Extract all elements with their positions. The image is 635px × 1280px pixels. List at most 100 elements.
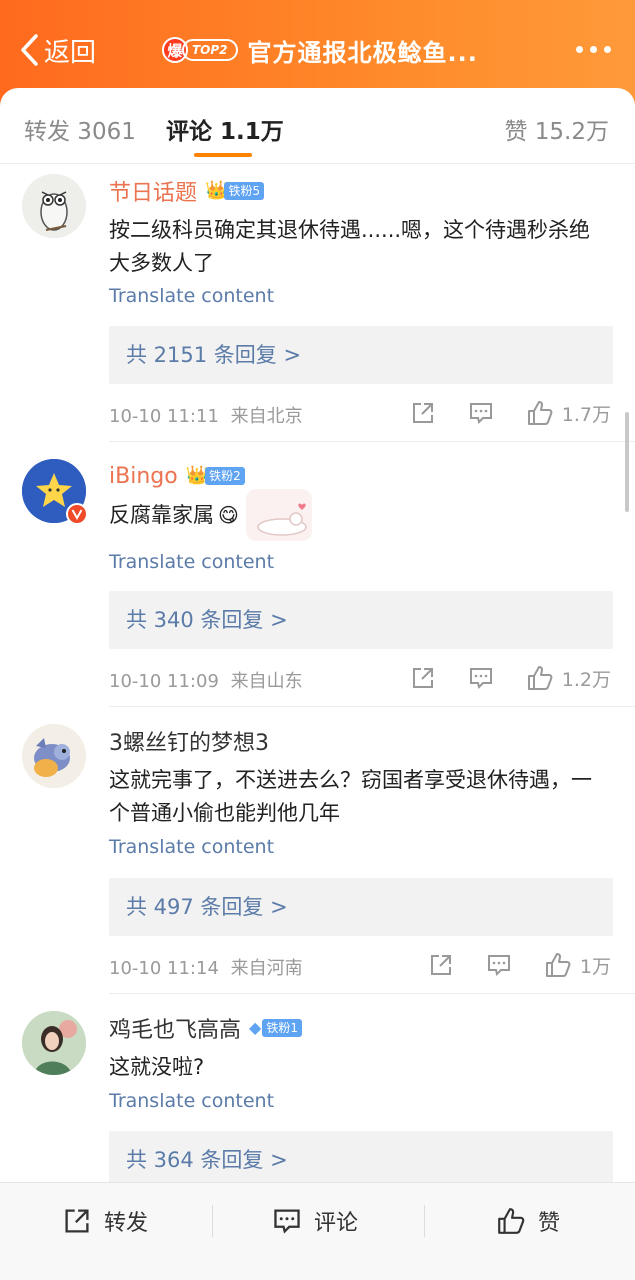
more-dot: [576, 46, 583, 53]
fan-level: 铁粉1: [262, 1019, 302, 1037]
reply-button[interactable]: [468, 400, 494, 426]
like-button[interactable]: 1.7万: [526, 399, 611, 427]
comment-item: 3螺丝钉的梦想3 这就完事了，不送进去么？窃国者享受退休待遇，一个普通小偷也能判…: [0, 724, 635, 994]
username[interactable]: iBingo: [109, 464, 178, 489]
user-line: 节日话题 👑 铁粉5: [109, 175, 265, 207]
comment-text: 反腐靠家属: [109, 503, 214, 527]
share-icon: [412, 668, 433, 688]
fan-badge[interactable]: 👑 铁粉2: [186, 466, 245, 486]
comment-meta: 10-10 11:14 来自河南: [109, 954, 303, 980]
hot-rank-badge: 爆 TOP2: [162, 37, 238, 63]
share-button[interactable]: [428, 952, 454, 978]
fan-badge[interactable]: 👑 铁粉5: [205, 181, 265, 201]
like-button[interactable]: 1万: [544, 951, 611, 979]
fan-level: 铁粉5: [224, 182, 265, 200]
translate-link[interactable]: Translate content: [109, 836, 274, 858]
more-options-button[interactable]: [576, 46, 611, 53]
username[interactable]: 节日话题: [109, 175, 197, 207]
comment-icon: [274, 1209, 300, 1234]
yummy-emoji-icon: 😋: [218, 503, 239, 527]
separator: [212, 1205, 213, 1237]
comment-time: 10-10 11:14: [109, 958, 219, 979]
scrollbar[interactable]: [625, 412, 629, 512]
reply-count-button[interactable]: 共 2151 条回复 >: [109, 326, 613, 384]
like-count: 1万: [579, 955, 611, 978]
title-area: 爆 TOP2 官方通报北极鲶鱼...: [162, 30, 478, 70]
user-line: 鸡毛也飞高高 ◆ 铁粉1: [109, 1013, 302, 1043]
comment-location: 来自北京: [230, 406, 303, 427]
back-button[interactable]: 返回: [18, 30, 96, 70]
repost-label: 转发: [104, 1211, 149, 1236]
user-line: 3螺丝钉的梦想3: [109, 726, 269, 756]
fan-level: 铁粉2: [205, 467, 245, 485]
username[interactable]: 3螺丝钉的梦想3: [109, 725, 269, 757]
comment-icon: [469, 403, 492, 424]
reply-count-button[interactable]: 共 364 条回复 >: [109, 1131, 613, 1182]
like-button[interactable]: 赞: [496, 1205, 560, 1237]
user-line: iBingo 👑 铁粉2: [109, 461, 245, 491]
comment-text: 这就没啦?: [109, 1055, 205, 1079]
share-icon: [430, 955, 451, 975]
cat-sticker-icon: [246, 489, 312, 541]
comment-location: 来自河南: [230, 958, 303, 979]
bottom-action-bar: 转发 评论 赞: [0, 1182, 635, 1280]
page-title: 官方通报北极鲶鱼...: [247, 38, 478, 67]
comment-button[interactable]: 评论: [272, 1205, 358, 1237]
comment-meta: 10-10 11:11 来自北京: [109, 402, 303, 428]
more-dot: [590, 46, 597, 53]
repost-button[interactable]: 转发: [62, 1205, 148, 1237]
comment-item: iBingo 👑 铁粉2 反腐靠家属 😋 Translate content 共…: [0, 459, 635, 707]
owl-avatar-icon: [22, 174, 86, 238]
tab-active-indicator: [194, 153, 252, 157]
divider: [109, 993, 635, 994]
username[interactable]: 鸡毛也飞高高: [109, 1012, 241, 1044]
reply-button[interactable]: [486, 952, 512, 978]
avatar[interactable]: [22, 1011, 86, 1075]
comment-item: 节日话题 👑 铁粉5 按二级科员确定其退休待遇......嗯，这个待遇秒杀绝大多…: [0, 174, 635, 442]
share-button[interactable]: [410, 400, 436, 426]
comment-item: 鸡毛也飞高高 ◆ 铁粉1 这就没啦? Translate content 共 3…: [0, 1011, 635, 1182]
divider: [109, 706, 635, 707]
share-icon: [65, 1209, 89, 1233]
back-label: 返回: [44, 37, 97, 68]
comment-label: 评论: [314, 1211, 359, 1236]
more-dot: [604, 46, 611, 53]
comment-meta: 10-10 11:09 来自山东: [109, 667, 303, 693]
tab-comment[interactable]: 评论 1.1万: [166, 112, 284, 146]
translate-link[interactable]: Translate content: [109, 285, 274, 307]
cartoon-avatar-icon: [22, 724, 86, 788]
like-count: 1.2万: [561, 668, 611, 691]
thumbs-up-icon: [527, 666, 553, 690]
reply-count-button[interactable]: 共 340 条回复 >: [109, 591, 613, 649]
divider: [109, 441, 635, 442]
diamond-icon: ◆: [249, 1018, 262, 1037]
like-count: 1.7万: [561, 403, 611, 426]
avatar[interactable]: [22, 174, 86, 238]
avatar[interactable]: [22, 459, 88, 525]
comment-time: 10-10 11:11: [109, 406, 219, 427]
comment-time: 10-10 11:09: [109, 671, 219, 692]
share-icon: [412, 403, 433, 423]
share-button[interactable]: [410, 665, 436, 691]
comment-icon: [469, 668, 492, 689]
comment-actions: 1万: [428, 950, 611, 980]
tab-like[interactable]: 赞 15.2万: [504, 112, 609, 146]
tab-repost[interactable]: 转发 3061: [24, 112, 136, 146]
person-avatar-icon: [22, 1011, 86, 1075]
comment-text-row: 反腐靠家属 😋: [109, 499, 609, 532]
reply-button[interactable]: [468, 665, 494, 691]
thumbs-up-icon: [545, 953, 571, 977]
tab-bar: 转发 3061 评论 1.1万 赞 15.2万: [0, 88, 635, 164]
comment-text: 按二级科员确定其退休待遇......嗯，这个待遇秒杀绝大多数人了: [109, 218, 591, 275]
translate-link[interactable]: Translate content: [109, 551, 274, 573]
translate-link[interactable]: Translate content: [109, 1090, 274, 1112]
like-button[interactable]: 1.2万: [526, 664, 611, 692]
separator: [424, 1205, 425, 1237]
hot-rank-label: TOP2: [182, 39, 238, 61]
comment-text: 这就完事了，不送进去么？窃国者享受退休待遇，一个普通小偷也能判他几年: [109, 768, 592, 825]
avatar[interactable]: [22, 724, 86, 788]
comment-actions: 1.7万: [410, 398, 611, 428]
reply-count-button[interactable]: 共 497 条回复 >: [109, 878, 613, 936]
fan-badge[interactable]: ◆ 铁粉1: [249, 1018, 302, 1038]
thumbs-up-icon: [498, 1208, 525, 1234]
